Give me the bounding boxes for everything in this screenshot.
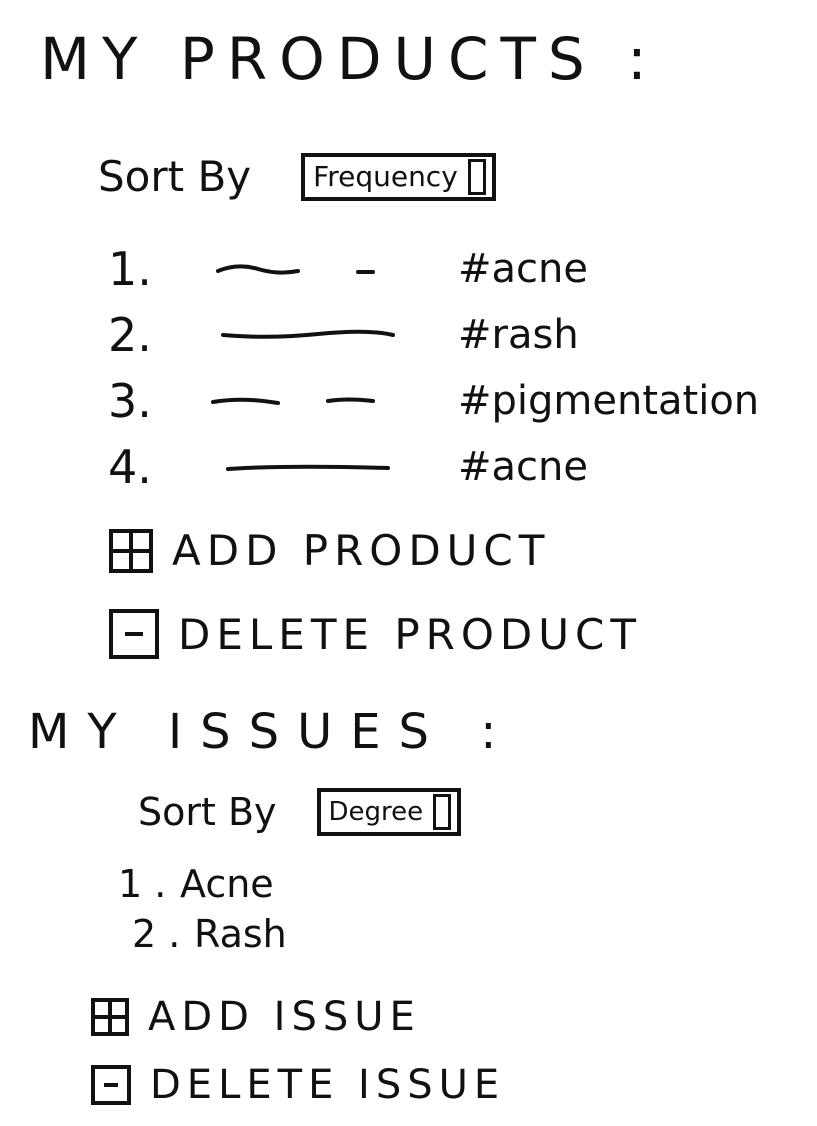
issues-heading: MY ISSUES : <box>28 704 515 760</box>
product-number: 4. <box>108 440 152 494</box>
issue-row[interactable]: 1 . Acne <box>118 862 287 912</box>
product-tag: #rash <box>458 312 579 358</box>
dropdown-caret-icon <box>467 158 486 195</box>
product-number: 3. <box>108 374 152 428</box>
minus-box-icon <box>109 609 159 659</box>
product-list: 1. #acne 2. #rash 3. #pigmentation 4. #a… <box>108 236 788 500</box>
product-row[interactable]: 4. #acne <box>108 434 788 500</box>
product-tag: #acne <box>458 246 588 292</box>
products-sort-row: Sort By Frequency <box>98 152 496 201</box>
product-name-placeholder <box>221 329 395 339</box>
plus-box-icon <box>91 998 129 1036</box>
issue-row[interactable]: 2 . Rash <box>118 912 287 962</box>
delete-issue-button[interactable]: DELETE ISSUE <box>90 1062 505 1108</box>
product-row[interactable]: 2. #rash <box>108 302 788 368</box>
add-product-button[interactable]: ADD PRODUCT <box>108 526 550 575</box>
products-sort-dropdown[interactable]: Frequency <box>301 152 496 201</box>
product-row[interactable]: 1. #acne <box>108 236 788 302</box>
issues-sort-value: Degree <box>328 797 424 827</box>
delete-product-button[interactable]: DELETE PRODUCT <box>108 608 642 660</box>
delete-product-label: DELETE PRODUCT <box>178 609 642 659</box>
products-sort-label: Sort By <box>98 152 252 201</box>
minus-box-icon <box>91 1065 131 1105</box>
issue-name: Acne <box>180 862 274 906</box>
delete-issue-label: DELETE ISSUE <box>150 1062 506 1108</box>
issue-name: Rash <box>194 912 287 956</box>
product-number: 1. <box>108 242 152 296</box>
product-name-placeholder <box>226 464 390 471</box>
issue-list: 1 . Acne 2 . Rash <box>118 862 287 962</box>
dropdown-caret-icon <box>433 794 452 830</box>
product-row[interactable]: 3. #pigmentation <box>108 368 788 434</box>
product-name-placeholder <box>216 264 375 275</box>
products-heading: MY PRODUCTS : <box>40 25 659 93</box>
product-tag: #acne <box>458 444 588 490</box>
product-name-placeholder <box>211 397 375 405</box>
issues-sort-dropdown[interactable]: Degree <box>316 788 462 836</box>
add-product-label: ADD PRODUCT <box>172 526 551 575</box>
issue-number: 2 . <box>132 912 181 956</box>
add-issue-label: ADD ISSUE <box>148 994 421 1040</box>
issues-sort-label: Sort By <box>138 790 277 834</box>
add-issue-button[interactable]: ADD ISSUE <box>90 994 421 1040</box>
issue-number: 1 . <box>118 862 167 906</box>
products-sort-value: Frequency <box>313 160 458 193</box>
product-number: 2. <box>108 308 152 362</box>
plus-box-icon <box>109 528 153 573</box>
product-tag: #pigmentation <box>458 378 760 424</box>
issues-sort-row: Sort By Degree <box>138 788 462 836</box>
